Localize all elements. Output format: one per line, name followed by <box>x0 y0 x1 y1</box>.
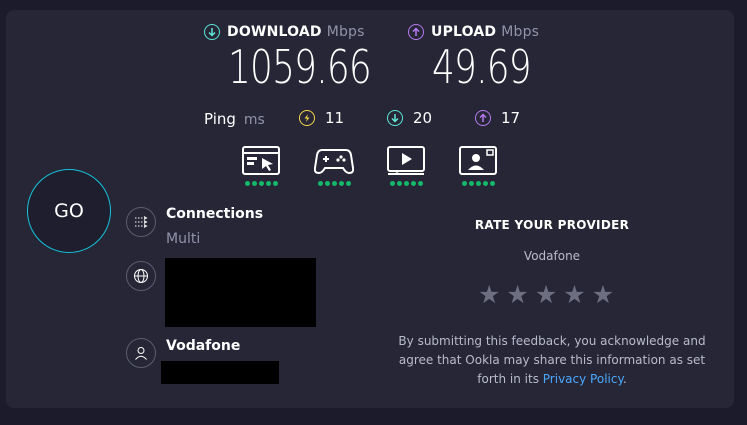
video-chat-icon <box>459 146 497 175</box>
star-icon[interactable]: ★ <box>506 282 528 307</box>
web-browsing-icon <box>242 146 280 175</box>
rate-provider-name: Vodafone <box>523 249 581 263</box>
go-button[interactable]: GO <box>27 169 111 253</box>
globe-icon <box>126 261 156 291</box>
upload-label: UPLOAD <box>431 24 497 40</box>
star-icon[interactable]: ★ <box>592 282 614 307</box>
download-unit: Mbps <box>326 24 365 40</box>
web-browsing-rating[interactable] <box>242 146 280 186</box>
upload-header: UPLOAD Mbps <box>408 24 539 40</box>
feedback-disclaimer: By submitting this feedback, you acknowl… <box>392 332 712 389</box>
upload-unit: Mbps <box>501 24 540 40</box>
redacted-ip-address <box>161 361 279 384</box>
video-streaming-dots <box>389 181 423 186</box>
gaming-rating[interactable] <box>314 146 354 186</box>
upload-arrow-icon <box>408 24 424 40</box>
user-icon <box>126 338 156 368</box>
ping-unit: ms <box>243 112 265 128</box>
star-icon[interactable]: ★ <box>535 282 557 307</box>
upload-latency-icon <box>475 110 491 126</box>
connections-icon <box>126 207 156 237</box>
download-arrow-icon <box>204 24 220 40</box>
download-header: DOWNLOAD Mbps <box>204 24 365 40</box>
gaming-dots <box>317 181 351 186</box>
idle-latency-icon <box>299 110 315 126</box>
star-icon[interactable]: ★ <box>563 282 585 307</box>
star-icon[interactable]: ★ <box>478 282 500 307</box>
connections-value: Multi <box>166 231 201 247</box>
upload-speed: 49.69 <box>432 40 532 94</box>
web-browsing-dots <box>244 181 278 186</box>
video-chat-rating[interactable] <box>459 146 497 186</box>
video-chat-dots <box>461 181 495 186</box>
download-speed: 1059.66 <box>228 40 372 94</box>
download-label: DOWNLOAD <box>227 24 322 40</box>
star-rating: ★ ★ ★ ★ ★ <box>478 282 614 307</box>
video-streaming-icon <box>387 146 425 175</box>
video-streaming-rating[interactable] <box>387 146 425 186</box>
rate-provider-title: RATE YOUR PROVIDER <box>474 218 630 232</box>
ping-label: Ping <box>204 110 236 128</box>
gaming-icon <box>314 149 354 175</box>
ping-download: 20 <box>387 109 432 127</box>
ping-label-group: Ping ms <box>204 110 265 128</box>
download-latency-icon <box>387 110 403 126</box>
ping-idle-value: 11 <box>325 109 345 127</box>
connections-title: Connections <box>166 206 264 222</box>
ping-idle: 11 <box>299 109 344 127</box>
ping-upload: 17 <box>475 109 520 127</box>
provider-name: Vodafone <box>166 338 241 354</box>
ping-upload-value: 17 <box>501 109 521 127</box>
disclaimer-end: . <box>622 372 627 386</box>
ping-download-value: 20 <box>413 109 433 127</box>
privacy-policy-link[interactable]: Privacy Policy <box>543 372 623 386</box>
redacted-server-info <box>165 258 316 327</box>
